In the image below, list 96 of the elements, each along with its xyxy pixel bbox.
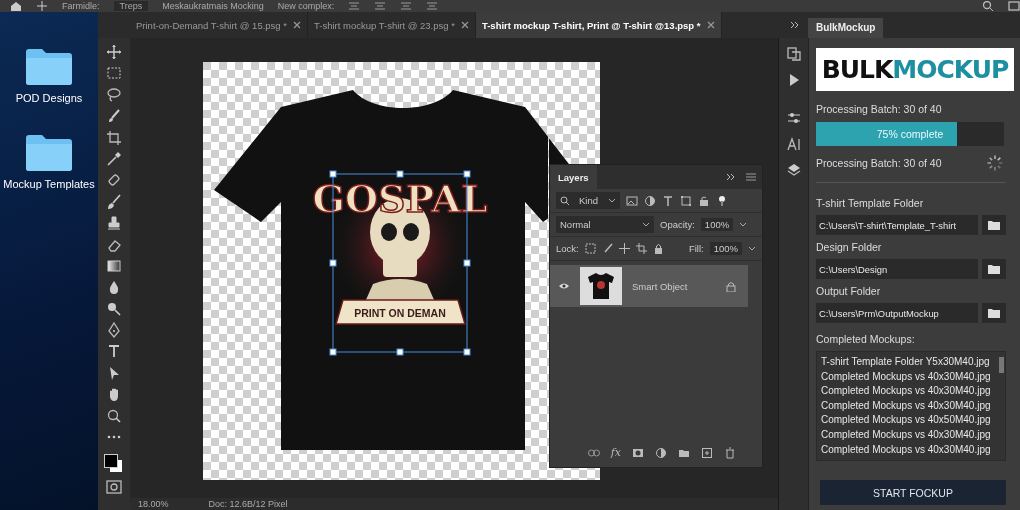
move-icon[interactable] (618, 243, 630, 254)
eye-icon[interactable] (558, 282, 570, 290)
completed-file[interactable]: Completed Mockups vs 40x30M40.jpg (821, 398, 997, 414)
desktop-icon-label[interactable]: POD Designs (15, 92, 83, 104)
folder-icon[interactable] (24, 132, 74, 172)
browse-button[interactable] (982, 215, 1006, 235)
fill-label: Fill: (688, 243, 704, 254)
close-icon[interactable] (706, 21, 715, 29)
folder-path-field[interactable]: C:\Users\Prm\OutputMockup (816, 303, 978, 323)
caret-icon[interactable] (739, 222, 748, 227)
lock-icon[interactable] (652, 243, 664, 254)
option-label: Farmidle: (62, 1, 100, 11)
stamp-icon[interactable] (106, 215, 122, 232)
lock-label: Lock: (556, 243, 579, 254)
completed-file[interactable]: Completed Mockups vs 40x30M40.jpg (821, 427, 997, 443)
fill-field[interactable]: 100% (709, 242, 742, 255)
shape-filter-icon[interactable] (680, 194, 692, 207)
zoom-level: 18.00% (138, 499, 169, 509)
lasso-tool-icon[interactable] (106, 86, 122, 103)
new-layer-icon[interactable] (701, 446, 713, 459)
close-icon[interactable] (460, 21, 469, 29)
eyedropper-icon[interactable] (106, 150, 122, 167)
zoom-icon[interactable] (106, 407, 122, 424)
layers-icon[interactable] (785, 162, 802, 178)
layer-row[interactable]: Smart Object (550, 265, 748, 307)
adjustments-icon[interactable] (785, 110, 802, 126)
type-filter-icon[interactable] (662, 194, 674, 207)
folder-icon (988, 220, 1000, 230)
field-label: T-shirt Template Folder (816, 197, 925, 209)
preset-dropdown[interactable]: Treps (113, 1, 149, 11)
opacity-label: Opacity: (660, 219, 695, 230)
filter-dropdown[interactable]: Kind (556, 192, 620, 209)
opacity-field[interactable]: 100% (700, 218, 734, 231)
desktop-icon-label[interactable]: Mockup Templates (3, 178, 95, 190)
layer-name: Smart Object (632, 280, 689, 292)
list-label: Completed Mockups: (816, 333, 916, 345)
start-button[interactable]: START FOCKUP (820, 480, 1006, 505)
document-info: Doc: 12.6B/12 Pixel (208, 499, 288, 509)
gradient-icon[interactable] (106, 257, 122, 274)
search-icon (560, 196, 569, 205)
caret-icon (608, 198, 616, 203)
folder-icon (988, 264, 1000, 274)
field-label: Design Folder (816, 241, 883, 253)
completed-file[interactable]: Completed Mockups vs 40x30M40.jpg (821, 442, 997, 458)
move-icon[interactable] (36, 1, 48, 11)
layer-style-button[interactable]: fx (610, 446, 621, 459)
folder-icon[interactable] (24, 46, 74, 86)
browse-button[interactable] (982, 259, 1006, 279)
trash-icon[interactable] (724, 446, 736, 459)
folder-path-field[interactable]: C:\Users\Design (816, 259, 978, 279)
browse-button[interactable] (982, 303, 1006, 323)
completed-file[interactable]: Completed Mockups vs 40x50M40.jpg (821, 413, 997, 428)
chevron-double-icon[interactable] (726, 173, 736, 181)
blend-mode-dropdown[interactable]: Normal (556, 216, 654, 233)
completed-file[interactable]: Completed Mockups vs 40x30M40.jpg (821, 384, 997, 399)
status-text: Processing Batch: 30 of 40 (816, 157, 942, 169)
search-icon[interactable] (982, 1, 994, 11)
banner-text: PRINT ON DEMAN (354, 307, 446, 319)
marquee-tool-icon[interactable] (106, 65, 122, 82)
option-label: New complex: (277, 1, 335, 11)
status-text: Processing Batch: 30 of 40 (816, 103, 943, 115)
tshirt-icon (586, 271, 616, 301)
text-tool-icon[interactable] (106, 343, 122, 360)
history-icon[interactable] (785, 46, 802, 62)
panel-tab[interactable]: BulkMockup (808, 18, 884, 38)
lock-pixels-icon[interactable] (584, 243, 596, 254)
close-icon[interactable] (293, 21, 301, 29)
caret-icon (642, 222, 650, 227)
design-title: GOSPAL (312, 176, 488, 221)
folder-icon (988, 308, 1000, 318)
lock-icon[interactable] (726, 280, 736, 292)
quick-mask-icon[interactable] (106, 479, 122, 494)
folder-path-field[interactable]: C:\Users\T-shirt\Template_T-shirt (816, 215, 978, 235)
completed-file[interactable]: Completed Mockups vs 40x30M40.jpg (821, 369, 997, 385)
character-icon[interactable] (785, 136, 802, 152)
progress-label: 75% complete (875, 127, 945, 142)
move-tool-icon[interactable] (106, 44, 122, 60)
image-filter-icon[interactable] (626, 194, 638, 207)
chevron-double-icon[interactable] (790, 21, 800, 29)
field-label: Output Folder (816, 285, 882, 297)
pen-tool-icon[interactable] (106, 322, 122, 339)
app-logo: BULKMOCKUP (816, 48, 1014, 91)
spinner-icon (986, 154, 1004, 172)
mask-icon[interactable] (632, 446, 644, 459)
option-label: Meskaukratmais Mocking (162, 1, 264, 11)
adjustment-filter-icon[interactable] (644, 194, 656, 207)
completed-file[interactable]: T-shirt Template Folder Y5x30M40.jpg (821, 355, 997, 370)
crop-icon[interactable] (635, 243, 647, 254)
link-icon[interactable] (587, 448, 600, 457)
panel-tab[interactable]: Layers (550, 165, 597, 189)
adjustment-layer-icon[interactable] (655, 446, 667, 459)
document-tab[interactable]: T-shirt mockup T-shirt, Print @ T-shirt @13.psp * (475, 12, 722, 38)
panel-layout-icon[interactable] (1008, 1, 1020, 11)
crop-tool-icon[interactable] (106, 129, 122, 146)
foreground-color-swatch[interactable] (104, 454, 118, 469)
caret-icon[interactable] (748, 246, 756, 251)
